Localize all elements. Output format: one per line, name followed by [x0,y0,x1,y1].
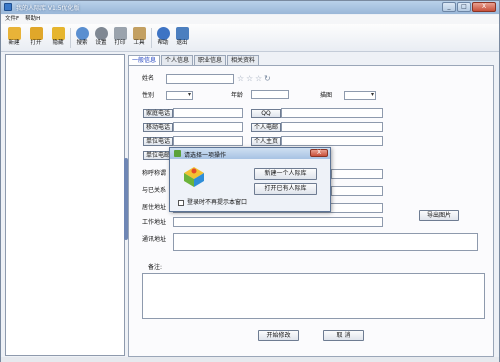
name-label: 姓名 [142,75,155,82]
rating-star-icon[interactable]: ☆ [246,75,253,83]
zodiac-select[interactable] [344,91,376,100]
toolbar-open-button[interactable]: 打开 [27,26,45,51]
new-folder-icon [7,27,21,40]
age-label: 年龄 [231,92,244,99]
menu-help[interactable]: 帮助H [25,15,40,24]
work-address-label: 工作地址 [142,219,167,226]
menu-file[interactable]: 文件F [5,15,19,24]
tab-personal[interactable]: 个人信息 [161,55,194,65]
tab-strip: 一般信息 个人信息 职业信息 相关资料 [128,55,260,66]
home-phone-input[interactable] [173,108,243,118]
mobile-phone-button[interactable]: 移动电话 [143,123,173,132]
toolbar-settings-button[interactable]: 设置 [92,26,110,51]
contact-tree-pane[interactable] [5,54,125,356]
gender-select[interactable] [166,91,193,100]
relation-input[interactable] [331,186,383,196]
dialog-close-button[interactable]: X [310,149,328,157]
homepage-input[interactable] [281,136,383,146]
toolbar: 新建 打开 隐藏 搜索 设置 打印 工具 帮助 退出 [1,24,499,52]
zodiac-label: 描图 [320,92,333,99]
status-bar [1,357,499,362]
open-folder-icon [29,27,43,40]
gear-icon [94,27,108,40]
tab-materials[interactable]: 相关资料 [227,55,260,65]
toolbar-help-label: 帮助 [157,40,169,46]
personal-email-button[interactable]: 个人电邮 [251,123,281,132]
toolbar-hide-button[interactable]: 隐藏 [49,26,67,51]
address-label: 居住地址 [142,204,167,211]
rating-star-icon[interactable]: ☆ [255,75,262,83]
relation-label: 与已关系 [142,187,167,194]
name-input[interactable] [166,74,234,84]
work-phone-input[interactable] [173,136,243,146]
personal-email-input[interactable] [281,122,383,132]
work-address-input[interactable] [173,217,383,227]
age-stepper[interactable] [251,90,289,99]
dialog-title: 请选择一项操作 [184,152,227,159]
export-photo-button[interactable]: 导出图片 [419,210,459,221]
homepage-button[interactable]: 个人主页 [251,137,281,146]
qq-input[interactable] [281,108,383,118]
no-prompt-checkbox[interactable] [178,200,184,206]
toolbar-open-label: 打开 [30,40,42,46]
new-library-button[interactable]: 新建一个人际库 [254,168,317,180]
tab-career[interactable]: 职业信息 [194,55,227,65]
toolbar-print-button[interactable]: 打印 [111,26,129,51]
main-window: 我的人际库 V1.5优化版 _ □ X 文件F 帮助H 新建 打开 隐藏 搜索 [0,0,500,362]
toolbar-separator [151,28,152,48]
open-library-button[interactable]: 打开已有人际库 [254,183,317,195]
close-button[interactable]: X [472,2,496,12]
toolbar-tools-label: 工具 [133,40,145,46]
nickname-label: 称呼称谓 [142,170,167,177]
lock-icon [51,27,65,40]
printer-icon [113,27,127,40]
help-icon [156,27,170,40]
menu-bar: 文件F 帮助H [1,15,499,24]
qq-button[interactable]: QQ [251,109,281,118]
toolbar-print-label: 打印 [114,40,126,46]
minimize-button[interactable]: _ [442,2,456,12]
toolbar-settings-label: 设置 [95,40,107,46]
search-icon [75,27,89,40]
contacts-logo-icon [184,167,204,187]
cancel-button[interactable]: 取 消 [323,330,364,341]
dialog-app-icon [174,150,181,157]
nickname-input[interactable] [331,169,383,179]
toolbar-help-button[interactable]: 帮助 [154,26,172,51]
toolbar-separator [70,28,71,48]
mail-address-input[interactable] [173,233,478,251]
title-bar[interactable]: 我的人际库 V1.5优化版 _ □ X [1,1,499,14]
work-phone-button[interactable]: 单位电话 [143,137,173,146]
dialog-title-bar[interactable]: 请选择一项操作 X [170,148,330,159]
rating-star-icon[interactable]: ☆ [237,75,244,83]
home-phone-button[interactable]: 家庭电话 [143,109,173,118]
choose-action-dialog: 请选择一项操作 X 新建一个人际库 打开已有人际库 登录时不再提示本窗口 [169,147,331,212]
toolbar-hide-label: 隐藏 [52,40,64,46]
start-edit-button[interactable]: 开始修改 [258,330,299,341]
tools-icon [132,27,146,40]
notes-label: 备注: [148,264,163,271]
refresh-icon[interactable]: ↻ [264,75,271,83]
app-icon [4,3,12,11]
toolbar-tools-button[interactable]: 工具 [130,26,148,51]
notes-textarea[interactable] [142,273,485,319]
maximize-button[interactable]: □ [457,2,471,12]
exit-icon [175,27,189,40]
toolbar-new-button[interactable]: 新建 [5,26,23,51]
toolbar-exit-label: 退出 [176,40,188,46]
toolbar-search-label: 搜索 [76,40,88,46]
no-prompt-label: 登录时不再提示本窗口 [187,199,248,206]
mail-address-label: 通讯地址 [142,236,167,243]
window-title: 我的人际库 V1.5优化版 [16,5,80,12]
gender-label: 性别 [142,92,155,99]
toolbar-new-label: 新建 [8,40,20,46]
toolbar-exit-button[interactable]: 退出 [173,26,191,51]
mobile-phone-input[interactable] [173,122,243,132]
toolbar-search-button[interactable]: 搜索 [73,26,91,51]
